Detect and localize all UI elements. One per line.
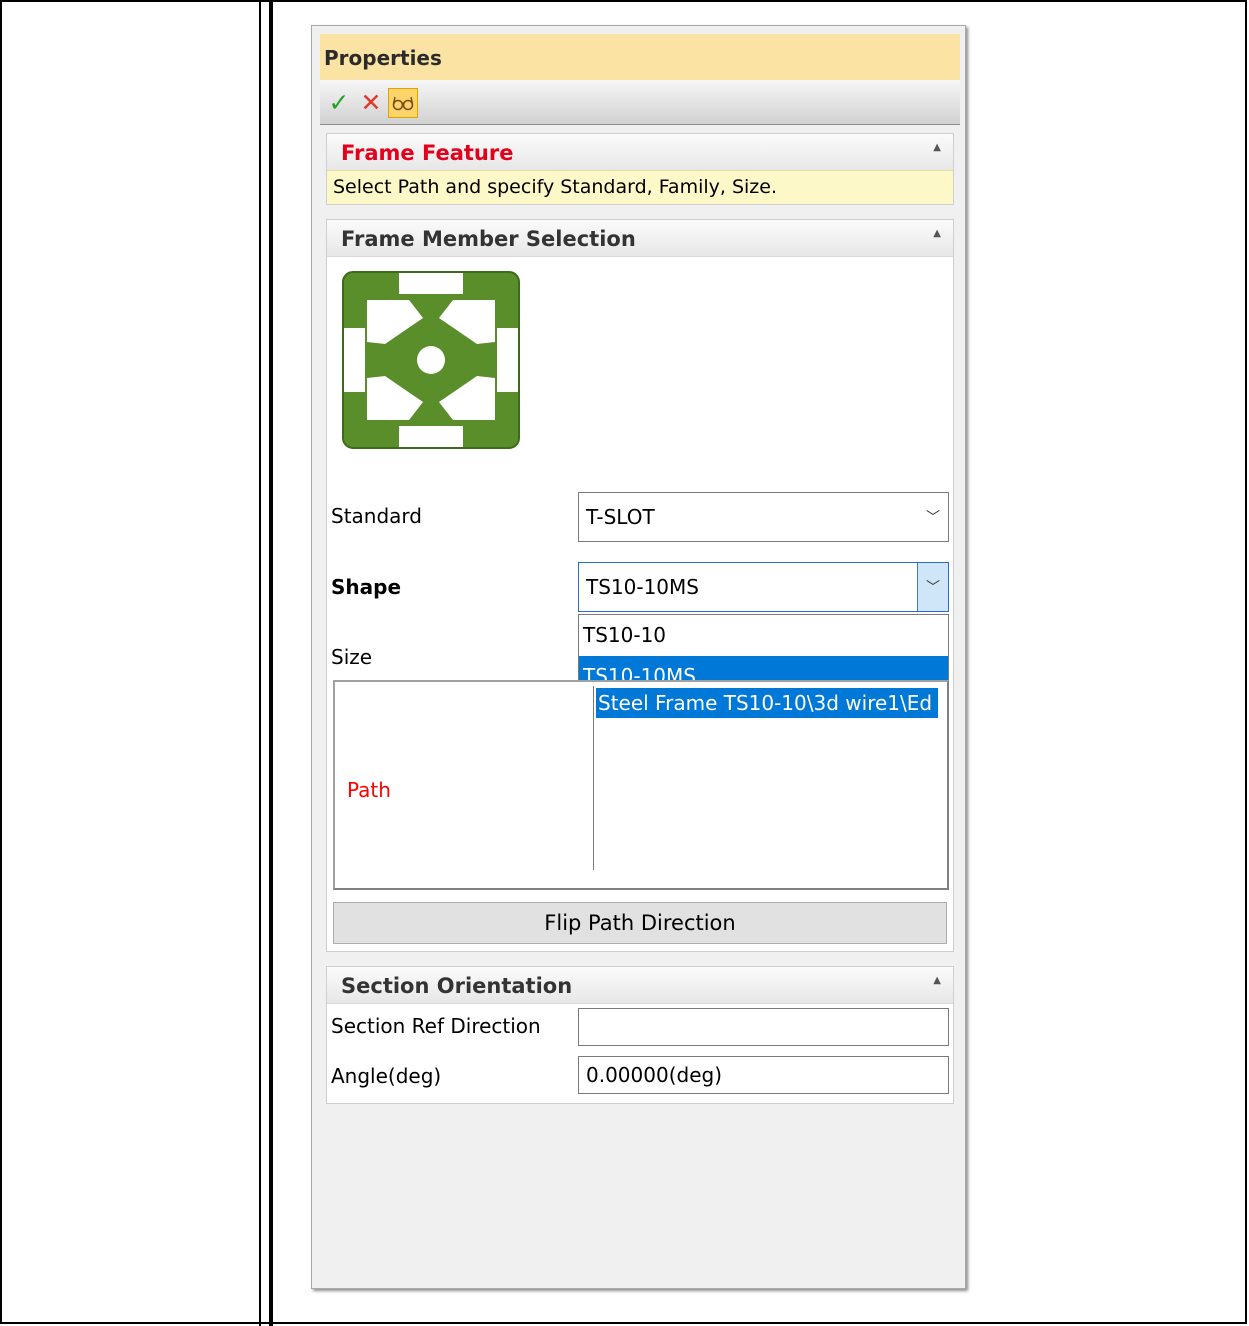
panel-title: Properties xyxy=(324,46,442,70)
standard-label: Standard xyxy=(331,504,422,528)
detailed-preview-button[interactable] xyxy=(388,88,418,118)
panel-toolbar: ✓ ✕ xyxy=(320,80,960,125)
section-orientation-title: Section Orientation xyxy=(341,974,573,998)
path-list[interactable]: Steel Frame TS10-10\3d wire1\Ed xyxy=(593,686,938,870)
ok-button[interactable]: ✓ xyxy=(324,87,354,117)
profile-preview-image xyxy=(342,271,520,449)
section-orientation-section: Section Orientation ▲ Section Ref Direct… xyxy=(326,966,954,1104)
collapse-icon[interactable]: ▲ xyxy=(933,142,941,153)
close-icon: ✕ xyxy=(360,87,382,117)
document-column-divider xyxy=(259,0,273,1326)
section-orientation-header[interactable]: Section Orientation ▲ xyxy=(327,967,953,1004)
collapse-icon[interactable]: ▲ xyxy=(933,228,941,239)
cancel-button[interactable]: ✕ xyxy=(356,87,386,117)
frame-member-selection-header[interactable]: Frame Member Selection ▲ xyxy=(327,220,953,257)
standard-dropdown[interactable]: T-SLOT ﹀ xyxy=(578,492,949,542)
frame-member-selection-title: Frame Member Selection xyxy=(341,227,636,251)
section-ref-direction-field[interactable] xyxy=(578,1008,949,1046)
chevron-down-icon[interactable]: ﹀ xyxy=(918,493,948,541)
frame-member-selection-section: Frame Member Selection ▲ Standard T-SLOT… xyxy=(326,219,954,952)
instruction-message: Select Path and specify Standard, Family… xyxy=(327,170,953,204)
frame-feature-title: Frame Feature xyxy=(341,141,514,165)
chevron-down-icon[interactable]: ﹀ xyxy=(917,563,948,611)
section-ref-direction-label: Section Ref Direction xyxy=(331,1014,541,1038)
standard-value: T-SLOT xyxy=(586,505,655,529)
angle-label: Angle(deg) xyxy=(331,1064,442,1088)
frame-feature-header[interactable]: Frame Feature ▲ xyxy=(327,134,953,171)
path-label: Path xyxy=(347,778,391,802)
collapse-icon[interactable]: ▲ xyxy=(933,975,941,986)
shape-dropdown[interactable]: TS10-10MS ﹀ xyxy=(578,562,949,612)
panel-header: Properties xyxy=(320,34,960,81)
frame-feature-section: Frame Feature ▲ Select Path and specify … xyxy=(326,133,954,205)
shape-value: TS10-10MS xyxy=(586,575,699,599)
flip-path-direction-button[interactable]: Flip Path Direction xyxy=(333,902,947,944)
glasses-icon xyxy=(392,96,414,111)
property-manager-panel: Properties ✓ ✕ Frame Feature ▲ Select Pa… xyxy=(311,25,966,1289)
path-selection-box: Path Steel Frame TS10-10\3d wire1\Ed xyxy=(333,680,949,890)
check-icon: ✓ xyxy=(328,87,350,117)
path-list-item[interactable]: Steel Frame TS10-10\3d wire1\Ed xyxy=(596,688,938,718)
shape-option[interactable]: TS10-10 xyxy=(579,615,948,656)
angle-field[interactable]: 0.00000(deg) xyxy=(578,1056,949,1094)
size-label: Size xyxy=(331,645,373,669)
shape-label: Shape xyxy=(331,575,402,599)
